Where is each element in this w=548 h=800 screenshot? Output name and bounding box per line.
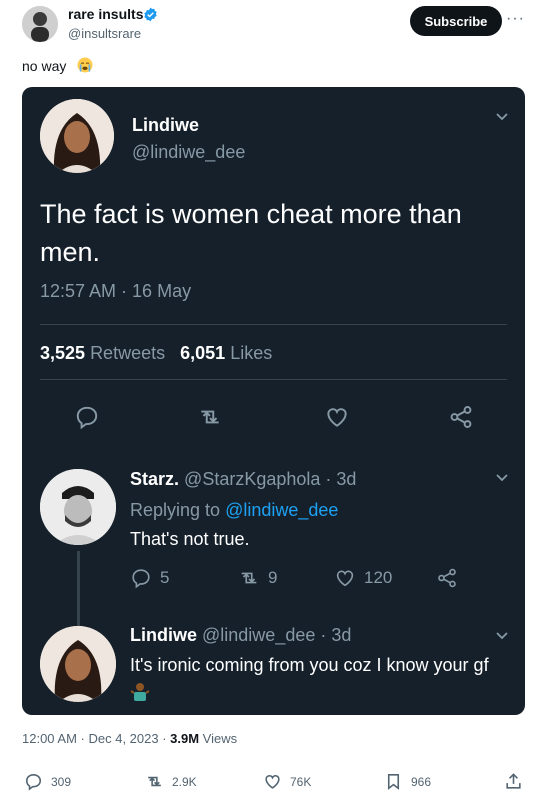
lindiwe-reply-avatar (40, 626, 116, 702)
chevron-down-icon (494, 109, 510, 125)
reply-text: It's ironic coming from you coz I know y… (130, 652, 510, 706)
views-count: 3.9M (170, 731, 200, 746)
chevron-down-icon (494, 628, 510, 644)
bookmark-count: 966 (411, 774, 432, 789)
bookmark-icon (387, 773, 400, 790)
reply-retweets: 9 (238, 567, 277, 589)
embedded-tweet-image[interactable]: Lindiwe @lindiwe_dee The fact is women c… (22, 87, 525, 715)
reply-retweets-count: 9 (268, 568, 278, 587)
tweet-stats: 3,525 Retweets 6,051 Likes (40, 343, 272, 364)
reply-replies-count: 5 (160, 568, 170, 587)
repost-count: 2.9K (172, 774, 197, 789)
reply-header: Starz. @StarzKgaphola · 3d (130, 469, 356, 490)
share-icon (448, 404, 474, 430)
chevron-down-icon (494, 470, 510, 486)
author-avatar[interactable] (22, 6, 58, 42)
share-icon (438, 568, 456, 588)
more-options-icon[interactable]: ··· (506, 10, 525, 28)
divider (40, 324, 507, 325)
likes-count: 6,051 (180, 343, 226, 363)
divider (40, 379, 507, 380)
replying-to: Replying to @lindiwe_dee (130, 500, 338, 521)
reply-author-name: Lindiwe (130, 625, 197, 645)
like-count: 76K (290, 774, 312, 789)
post-meta: 12:00 AM · Dec 4, 2023 · 3.9M Views (22, 731, 237, 746)
subscribe-button[interactable]: Subscribe (410, 6, 502, 36)
replying-to-handle: @lindiwe_dee (225, 500, 339, 520)
tweet-author-name: Lindiwe (132, 115, 199, 135)
repost-icon (148, 776, 161, 787)
reply-age: · 3d (320, 625, 352, 645)
author-name[interactable]: rare insults (68, 6, 143, 22)
reply-author-handle: @lindiwe_dee (202, 625, 316, 645)
post-text: no way (22, 58, 67, 74)
reply-author-handle: @StarzKgaphola (184, 469, 321, 489)
post-timestamp[interactable]: 12:00 AM · Dec 4, 2023 · (22, 731, 170, 746)
reply-button[interactable]: 309 (24, 772, 71, 791)
crying-face-emoji-icon (77, 57, 93, 73)
reply-count: 309 (51, 774, 72, 789)
reply-likes-count: 120 (364, 568, 393, 587)
share-icon (506, 773, 521, 789)
bookmark-button[interactable]: 966 (384, 772, 431, 791)
person-shrugging-emoji-icon (130, 683, 150, 701)
likes-label: Likes (230, 343, 273, 363)
views-label: Views (199, 731, 238, 746)
reply-icon (74, 404, 100, 430)
retweets-count: 3,525 (40, 343, 86, 363)
tweet-author-handle: @lindiwe_dee (132, 142, 246, 162)
reply-likes: 120 (334, 567, 392, 589)
replying-prefix: Replying to (130, 500, 226, 520)
share-button[interactable] (504, 772, 523, 791)
like-icon (265, 775, 280, 789)
like-icon (336, 570, 354, 587)
reply-text-content: It's ironic coming from you coz I know y… (130, 655, 489, 675)
reply-text: That's not true. (130, 529, 250, 549)
reply-icon (132, 569, 150, 589)
reply-author-name: Starz. (130, 469, 180, 489)
thread-line (77, 551, 80, 627)
verified-badge-icon (143, 7, 158, 22)
reply-header: Lindiwe @lindiwe_dee · 3d (130, 625, 351, 646)
lindiwe-avatar (40, 99, 114, 173)
tweet-text: The fact is women cheat more than men. (40, 199, 462, 267)
like-icon (324, 404, 350, 430)
reply-replies: 5 (130, 567, 169, 589)
tweet-timestamp: 12:57 AM · 16 May (40, 281, 192, 301)
reply-share (436, 567, 458, 589)
author-handle[interactable]: @insultsrare (68, 26, 141, 41)
like-button[interactable]: 76K (263, 772, 311, 791)
retweet-icon (197, 404, 223, 430)
retweets-label: Retweets (90, 343, 166, 363)
reply-age: · 3d (325, 469, 357, 489)
starz-avatar (40, 469, 116, 545)
retweet-icon (241, 572, 257, 584)
repost-button[interactable]: 2.9K (145, 772, 197, 791)
reply-icon (25, 773, 42, 791)
